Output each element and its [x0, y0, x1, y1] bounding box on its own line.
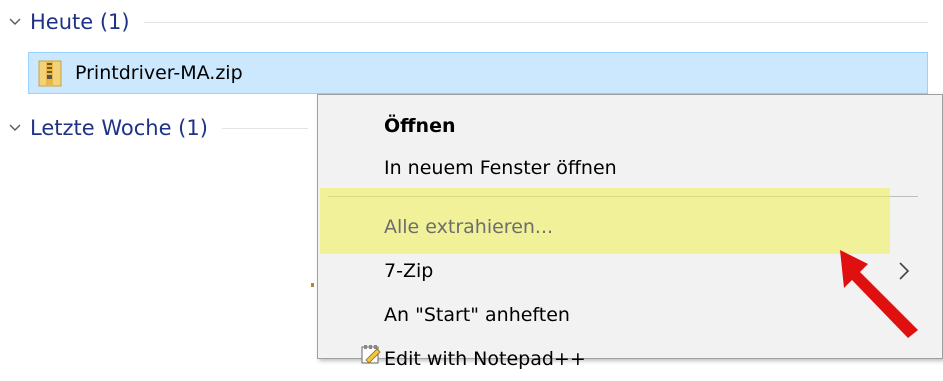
menu-item-label: 7-Zip — [384, 260, 434, 282]
group-header-heute[interactable]: Heute (1) — [8, 2, 928, 42]
zip-folder-icon — [38, 60, 62, 87]
chevron-down-icon — [9, 124, 21, 131]
partial-icon-fragment — [311, 283, 314, 287]
group-divider — [221, 127, 308, 129]
menu-item-open[interactable]: Öffnen — [318, 104, 942, 148]
menu-item-label: Edit with Notepad++ — [384, 348, 586, 370]
group-divider — [143, 21, 928, 23]
file-item[interactable]: Printdriver-MA.zip — [28, 52, 928, 94]
group-title: Heute (1) — [30, 10, 130, 34]
menu-item-label: Öffnen — [384, 115, 456, 137]
notepad-plus-plus-icon — [361, 345, 381, 364]
arrow-annotation-icon — [840, 250, 918, 338]
group-title: Letzte Woche (1) — [30, 116, 208, 140]
group-header-letzte-woche[interactable]: Letzte Woche (1) — [8, 108, 308, 148]
menu-item-edit-notepad[interactable]: Edit with Notepad++ — [318, 337, 942, 381]
menu-item-label: Alle extrahieren... — [384, 216, 554, 238]
menu-item-label: An "Start" anheften — [384, 304, 570, 326]
menu-item-label: In neuem Fenster öffnen — [384, 157, 617, 179]
menu-item-open-new-window[interactable]: In neuem Fenster öffnen — [318, 146, 942, 190]
file-name: Printdriver-MA.zip — [75, 62, 243, 84]
menu-item-extract-all[interactable]: Alle extrahieren... — [318, 205, 942, 249]
chevron-down-icon — [9, 18, 21, 25]
